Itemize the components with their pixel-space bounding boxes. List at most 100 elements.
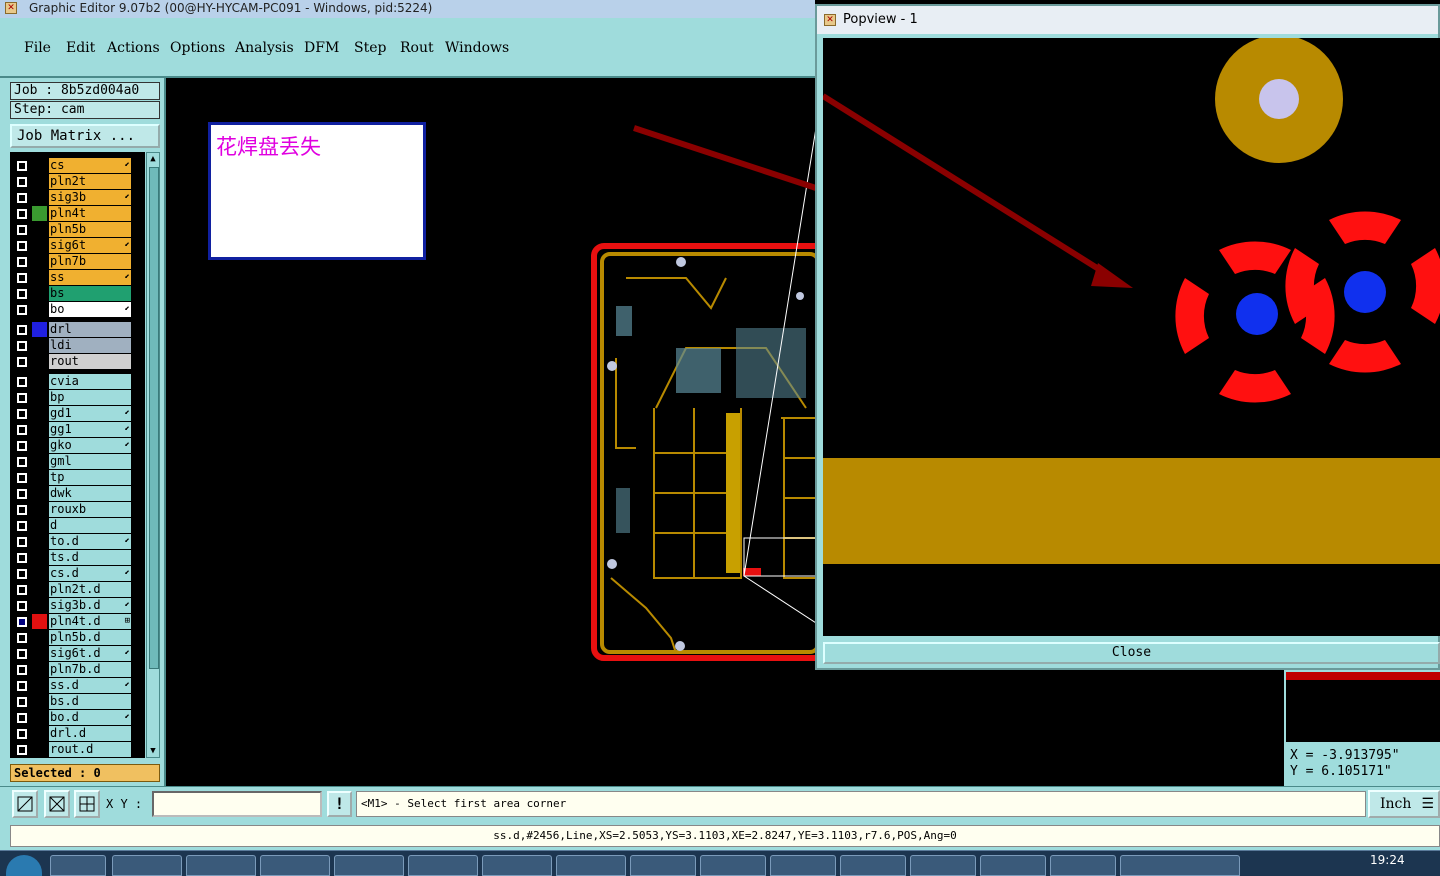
layer-row[interactable]: gml [10,454,145,470]
layer-checkbox[interactable] [17,357,27,367]
layer-name[interactable]: drl [49,322,131,337]
layer-checkbox[interactable] [17,697,27,707]
layer-color-swatch[interactable] [32,206,47,221]
layer-name[interactable]: pln2t.d [49,582,131,597]
layer-row[interactable]: rouxb [10,502,145,518]
layer-checkbox[interactable] [17,441,27,451]
layer-name[interactable]: pln4t [49,206,131,221]
taskbar-button[interactable] [1050,855,1116,876]
taskbar-button[interactable] [186,855,256,876]
start-button[interactable] [6,855,42,876]
layer-name[interactable]: bs [49,286,131,301]
layer-name[interactable]: gko ⬋ [49,438,131,453]
layer-color-swatch[interactable] [32,406,47,421]
layer-color-swatch[interactable] [32,174,47,189]
layer-color-swatch[interactable] [32,598,47,613]
layer-checkbox[interactable] [17,325,27,335]
layer-row[interactable]: d [10,518,145,534]
layer-name[interactable]: rout.d [49,742,131,757]
layer-checkbox[interactable] [17,649,27,659]
layer-row[interactable]: ss ⬋ [10,270,145,286]
menu-actions[interactable]: Actions [107,40,160,56]
scroll-down-icon[interactable]: ▼ [147,745,159,757]
layer-checkbox[interactable] [17,633,27,643]
layer-row[interactable]: cvia [10,374,145,390]
layer-row[interactable]: sig6t ⬋ [10,238,145,254]
layer-row[interactable]: pln7b.d [10,662,145,678]
layer-row[interactable]: bo.d ⬋ [10,710,145,726]
layer-row[interactable]: bo ⬋ [10,302,145,318]
layer-color-swatch[interactable] [32,302,47,317]
layer-row[interactable]: cs.d ⬋ [10,566,145,582]
layer-checkbox[interactable] [17,569,27,579]
layer-checkbox[interactable] [17,681,27,691]
layer-row[interactable]: pln4t [10,206,145,222]
layer-color-swatch[interactable] [32,662,47,677]
taskbar-button[interactable] [260,855,330,876]
layer-color-swatch[interactable] [32,486,47,501]
layer-checkbox[interactable] [17,241,27,251]
layer-name[interactable]: sig6t ⬋ [49,238,131,253]
layer-color-swatch[interactable] [32,470,47,485]
layer-name[interactable]: gg1 ⬋ [49,422,131,437]
layer-name[interactable]: bo.d ⬋ [49,710,131,725]
graphic-canvas[interactable]: 花焊盘丢失 [166,78,816,786]
layer-color-swatch[interactable] [32,694,47,709]
layer-checkbox[interactable] [17,177,27,187]
layer-color-swatch[interactable] [32,726,47,741]
layer-name[interactable]: gd1 ⬋ [49,406,131,421]
layer-color-swatch[interactable] [32,678,47,693]
layer-row[interactable]: bs [10,286,145,302]
taskbar-button[interactable] [700,855,766,876]
layer-row[interactable]: ss.d ⬋ [10,678,145,694]
layer-row[interactable]: pln5b [10,222,145,238]
layer-color-swatch[interactable] [32,270,47,285]
layer-checkbox[interactable] [17,505,27,515]
layer-name[interactable]: pln5b [49,222,131,237]
layer-name[interactable]: bp [49,390,131,405]
layer-name[interactable]: ss.d ⬋ [49,678,131,693]
job-matrix-button[interactable]: Job Matrix ... [10,124,160,148]
layer-name[interactable]: pln4t.d ⊞ [49,614,131,629]
layer-checkbox[interactable] [17,729,27,739]
layer-color-swatch[interactable] [32,582,47,597]
layer-row[interactable]: ldi [10,338,145,354]
scroll-up-icon[interactable]: ▲ [147,153,159,165]
layer-color-swatch[interactable] [32,646,47,661]
taskbar-button[interactable] [50,855,106,876]
taskbar-button[interactable] [630,855,696,876]
layer-row[interactable]: gd1 ⬋ [10,406,145,422]
layer-row[interactable]: sig3b ⬋ [10,190,145,206]
layer-row[interactable]: rout.d [10,742,145,758]
layer-color-swatch[interactable] [32,710,47,725]
zoom-area-button[interactable] [12,790,38,818]
layer-checkbox[interactable] [17,521,27,531]
layer-checkbox[interactable] [17,665,27,675]
taskbar-button[interactable] [482,855,552,876]
layer-color-swatch[interactable] [32,374,47,389]
layer-checkbox[interactable] [17,585,27,595]
layer-row[interactable]: sig6t.d ⬋ [10,646,145,662]
layer-checkbox[interactable] [17,457,27,467]
layer-checkbox[interactable] [17,193,27,203]
menu-edit[interactable]: Edit [66,40,95,56]
menu-options[interactable]: Options [170,40,225,56]
layer-color-swatch[interactable] [32,238,47,253]
units-selector[interactable]: Inch ☰ [1368,790,1440,818]
taskbar-button[interactable] [556,855,626,876]
menu-step[interactable]: Step [354,40,386,56]
alert-button[interactable]: ! [327,791,352,817]
layer-color-swatch[interactable] [32,614,47,629]
layer-row[interactable]: sig3b.d ⬋ [10,598,145,614]
layer-color-swatch[interactable] [32,222,47,237]
layer-name[interactable]: sig3b.d ⬋ [49,598,131,613]
layer-row[interactable]: pln2t.d [10,582,145,598]
layer-checkbox[interactable] [17,617,27,627]
layer-color-swatch[interactable] [32,742,47,757]
layer-name[interactable]: pln2t [49,174,131,189]
taskbar-button[interactable] [840,855,906,876]
layer-name[interactable]: cvia [49,374,131,389]
layer-checkbox[interactable] [17,341,27,351]
layer-color-swatch[interactable] [32,454,47,469]
layer-name[interactable]: sig3b ⬋ [49,190,131,205]
